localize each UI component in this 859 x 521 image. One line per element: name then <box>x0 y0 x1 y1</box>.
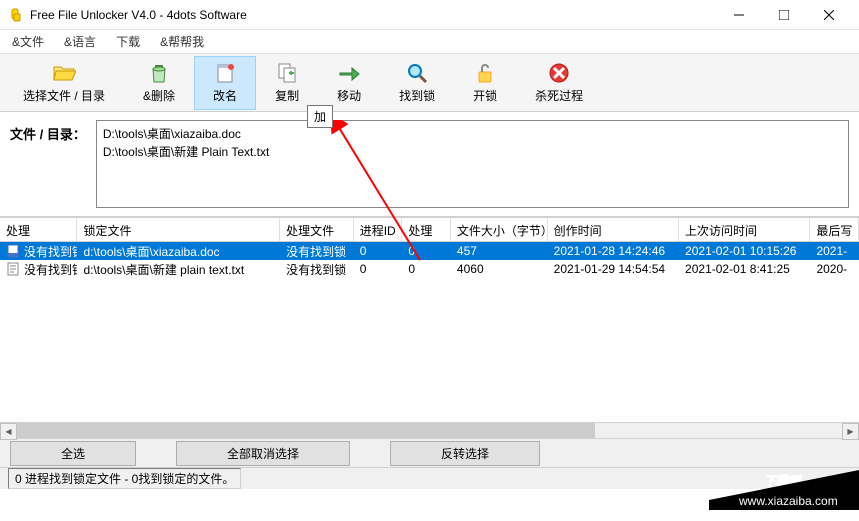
trash-icon <box>147 61 171 85</box>
table-row[interactable]: 没有找到锁 d:\tools\桌面\xiazaiba.doc 没有找到锁 0 0… <box>0 242 859 260</box>
scroll-left-button[interactable]: ◀ <box>0 423 17 440</box>
folder-icon <box>52 61 76 85</box>
path-textbox[interactable]: D:\tools\桌面\xiazaiba.doc D:\tools\桌面\新建 … <box>96 120 849 208</box>
rename-button[interactable]: 改名 <box>194 56 256 110</box>
maximize-button[interactable] <box>761 1 806 29</box>
table-row[interactable]: 没有找到锁 d:\tools\桌面\新建 plain text.txt 没有找到… <box>0 260 859 278</box>
path-line: D:\tools\桌面\xiazaiba.doc <box>103 125 842 143</box>
scroll-right-button[interactable]: ▶ <box>842 423 859 440</box>
stop-icon <box>547 61 571 85</box>
unlock-button[interactable]: 开锁 <box>454 56 516 110</box>
menu-help[interactable]: &帮帮我 <box>156 31 208 52</box>
menu-language[interactable]: &语言 <box>60 31 100 52</box>
move-arrow-icon <box>337 61 361 85</box>
path-label: 文件 / 目录： <box>10 120 86 208</box>
deselect-all-button[interactable]: 全部取消选择 <box>176 441 350 466</box>
col-lockfile[interactable]: 锁定文件 <box>77 218 280 241</box>
menu-download[interactable]: 下载 <box>112 31 144 52</box>
tooltip: 加 <box>307 105 333 128</box>
findlock-button[interactable]: 找到锁 <box>380 56 454 110</box>
grid-body[interactable]: 没有找到锁 d:\tools\桌面\xiazaiba.doc 没有找到锁 0 0… <box>0 242 859 422</box>
scroll-track[interactable] <box>17 423 842 438</box>
copy-button[interactable]: 复制 <box>256 56 318 110</box>
horizontal-scrollbar[interactable]: ◀ ▶ <box>0 422 859 439</box>
move-button[interactable]: 移动 <box>318 56 380 110</box>
copy-icon <box>275 61 299 85</box>
minimize-button[interactable] <box>716 1 761 29</box>
status-text: 0 进程找到锁定文件 - 0找到锁定的文件。 <box>8 468 241 489</box>
window-title: Free File Unlocker V4.0 - 4dots Software <box>30 8 716 22</box>
unlock-icon <box>473 61 497 85</box>
watermark: 下载吧 www.xiazaiba.com <box>709 450 859 513</box>
file-grid: 处理 锁定文件 处理文件 进程ID 处理 文件大小（字节） 创作时间 上次访问时… <box>0 217 859 422</box>
col-pid[interactable]: 进程ID <box>354 218 403 241</box>
txt-file-icon <box>6 262 20 276</box>
path-line: D:\tools\桌面\新建 Plain Text.txt <box>103 143 842 161</box>
menubar: &文件 &语言 下载 &帮帮我 <box>0 30 859 54</box>
col-proc[interactable]: 处理 <box>0 218 77 241</box>
col-size[interactable]: 文件大小（字节） <box>451 218 548 241</box>
col-atime[interactable]: 上次访问时间 <box>679 218 810 241</box>
close-button[interactable] <box>806 1 851 29</box>
select-all-button[interactable]: 全选 <box>10 441 136 466</box>
kill-button[interactable]: 杀死过程 <box>516 56 602 110</box>
doc-file-icon <box>6 244 20 258</box>
toolbar: 选择文件 / 目录 &删除 改名 复制 移动 找到锁 开锁 杀死过程 <box>0 54 859 112</box>
menu-file[interactable]: &文件 <box>8 31 48 52</box>
grid-header: 处理 锁定文件 处理文件 进程ID 处理 文件大小（字节） 创作时间 上次访问时… <box>0 218 859 242</box>
select-files-button[interactable]: 选择文件 / 目录 <box>4 56 124 110</box>
col-proc2[interactable]: 处理 <box>402 218 451 241</box>
invert-selection-button[interactable]: 反转选择 <box>390 441 540 466</box>
app-icon <box>8 7 24 23</box>
col-procfile[interactable]: 处理文件 <box>280 218 354 241</box>
svg-text:www.xiazaiba.com: www.xiazaiba.com <box>738 494 838 508</box>
path-section: 文件 / 目录： D:\tools\桌面\xiazaiba.doc D:\too… <box>0 112 859 217</box>
col-ctime[interactable]: 创作时间 <box>548 218 679 241</box>
col-mtime[interactable]: 最后写 <box>810 218 859 241</box>
delete-button[interactable]: &删除 <box>124 56 194 110</box>
magnifier-icon <box>405 61 429 85</box>
scroll-thumb[interactable] <box>17 423 595 438</box>
notepad-icon <box>213 61 237 85</box>
titlebar: Free File Unlocker V4.0 - 4dots Software <box>0 0 859 30</box>
